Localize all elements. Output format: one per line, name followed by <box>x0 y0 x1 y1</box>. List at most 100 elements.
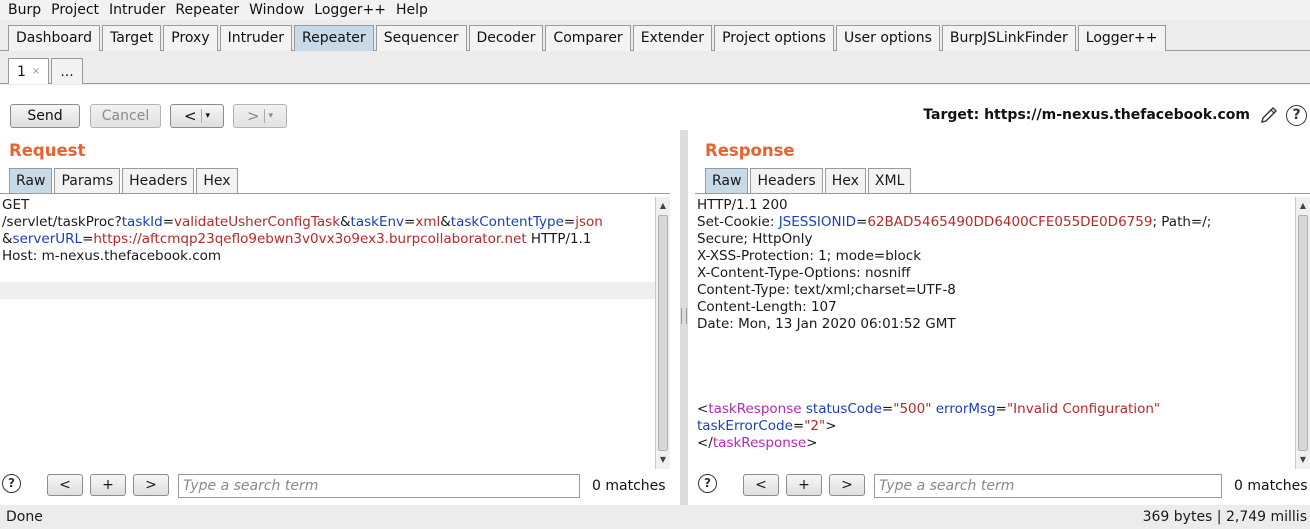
request-scrollbar[interactable]: ▲ ▼ <box>655 197 670 469</box>
edit-target-pencil-icon[interactable] <box>1259 105 1279 125</box>
empty-lines <box>695 333 1295 401</box>
status-text: Done <box>6 509 43 525</box>
scroll-up-icon[interactable]: ▲ <box>656 199 670 213</box>
repeater-tab-1[interactable]: 1 × <box>8 58 50 84</box>
menu-project[interactable]: Project <box>46 0 104 20</box>
history-back-button[interactable]: < ▾ <box>170 104 224 128</box>
request-search-input[interactable] <box>178 474 580 498</box>
request-view-tabs: Raw Params Headers Hex <box>9 168 240 193</box>
tab-project-options[interactable]: Project options <box>714 25 834 51</box>
empty-line <box>0 265 655 282</box>
send-button[interactable]: Send <box>10 104 80 128</box>
target-label: Target: https://m-nexus.thefacebook.com <box>923 107 1250 123</box>
tab-user-options[interactable]: User options <box>835 25 940 51</box>
search-help-icon[interactable]: ? <box>698 474 717 493</box>
request-tab-headers[interactable]: Headers <box>122 168 195 193</box>
cancel-button[interactable]: Cancel <box>90 104 161 128</box>
repeater-tab-strip: 1 × ... <box>0 57 1310 84</box>
menu-intruder[interactable]: Intruder <box>104 0 170 20</box>
request-search-bar: ? < + > 0 matches <box>0 471 675 499</box>
cursor-line <box>0 282 655 299</box>
menu-logger[interactable]: Logger++ <box>309 0 391 20</box>
request-tab-hex[interactable]: Hex <box>196 168 238 193</box>
search-prev-button[interactable]: < <box>47 474 83 496</box>
tab-logger[interactable]: Logger++ <box>1077 25 1166 51</box>
split-divider[interactable] <box>680 130 688 505</box>
response-xml-attr: taskErrorCode="2"> <box>697 418 837 434</box>
response-editor[interactable]: HTTP/1.1 200 Set-Cookie: JSESSIONID=62BA… <box>695 197 1295 469</box>
tab-decoder[interactable]: Decoder <box>468 25 544 51</box>
tab-extender[interactable]: Extender <box>632 25 713 51</box>
response-content-type: Content-Type: text/xml;charset=UTF-8 <box>697 282 956 298</box>
help-icon[interactable]: ? <box>1286 105 1307 126</box>
request-line-path: /servlet/taskProc?taskId=validateUsherCo… <box>2 214 603 230</box>
request-match-count: 0 matches <box>592 478 666 494</box>
repeater-tab-label: 1 <box>17 63 26 80</box>
tab-burpjslinkfinder[interactable]: BurpJSLinkFinder <box>941 25 1076 51</box>
request-method: GET <box>2 197 30 213</box>
search-add-button[interactable]: + <box>90 474 126 496</box>
tab-proxy[interactable]: Proxy <box>163 25 218 51</box>
search-next-button[interactable]: > <box>133 474 169 496</box>
menu-window[interactable]: Window <box>244 0 309 20</box>
search-next-button[interactable]: > <box>829 474 865 496</box>
response-search-bar: ? < + > 0 matches <box>695 471 1310 499</box>
tab-target[interactable]: Target <box>101 25 162 51</box>
response-set-cookie: Set-Cookie: JSESSIONID=62BAD5465490DD640… <box>697 214 1212 230</box>
response-search-input[interactable] <box>874 474 1222 498</box>
status-bar: Done 369 bytes | 2,749 millis <box>0 505 1310 529</box>
scroll-down-icon[interactable]: ▼ <box>656 453 670 467</box>
tab-comparer[interactable]: Comparer <box>545 25 631 51</box>
scroll-thumb[interactable] <box>1298 215 1308 451</box>
response-xml-open: <taskResponse statusCode="500" errorMsg=… <box>697 401 1161 417</box>
chevron-down-icon: ▾ <box>205 111 211 121</box>
menu-burp[interactable]: Burp <box>3 0 46 20</box>
close-icon[interactable]: × <box>32 60 40 84</box>
response-cto-header: X-Content-Type-Options: nosniff <box>697 265 911 281</box>
response-stats: 369 bytes | 2,749 millis <box>1142 509 1307 525</box>
response-tab-xml[interactable]: XML <box>867 168 912 193</box>
menu-repeater[interactable]: Repeater <box>170 0 244 20</box>
response-xss-header: X-XSS-Protection: 1; mode=block <box>697 248 922 264</box>
request-title: Request <box>9 141 86 160</box>
response-view-tabs: Raw Headers Hex XML <box>705 168 913 193</box>
response-title: Response <box>705 141 795 160</box>
divider <box>695 193 1310 194</box>
scroll-thumb[interactable] <box>658 215 668 451</box>
response-tab-headers[interactable]: Headers <box>750 168 823 193</box>
divider <box>0 193 670 194</box>
chevron-down-icon: ▾ <box>268 111 274 121</box>
response-match-count: 0 matches <box>1234 478 1308 494</box>
repeater-content: Send Cancel < ▾ > ▾ Target: https://m-ne… <box>0 85 1310 505</box>
response-date: Date: Mon, 13 Jan 2020 06:01:52 GMT <box>697 316 956 332</box>
forward-arrow-icon: > <box>246 107 260 125</box>
search-help-icon[interactable]: ? <box>2 474 21 493</box>
request-line-serverurl: &serverURL=https://aftcmqp23qeflo9ebwn3v… <box>2 231 592 247</box>
menu-bar: Burp Project Intruder Repeater Window Lo… <box>0 0 1310 20</box>
search-prev-button[interactable]: < <box>743 474 779 496</box>
request-editor[interactable]: GET /servlet/taskProc?taskId=validateUsh… <box>0 197 655 469</box>
tab-intruder[interactable]: Intruder <box>219 25 293 51</box>
search-add-button[interactable]: + <box>786 474 822 496</box>
request-tab-params[interactable]: Params <box>54 168 121 193</box>
separator <box>200 109 202 123</box>
request-tab-raw[interactable]: Raw <box>9 168 53 193</box>
back-arrow-icon: < <box>183 107 197 125</box>
tab-dashboard[interactable]: Dashboard <box>8 25 100 51</box>
scroll-up-icon[interactable]: ▲ <box>1296 199 1310 213</box>
request-host-header: Host: m-nexus.thefacebook.com <box>2 248 222 264</box>
tab-sequencer[interactable]: Sequencer <box>375 25 467 51</box>
response-xml-close: </taskResponse> <box>697 435 818 451</box>
history-forward-button[interactable]: > ▾ <box>233 104 287 128</box>
response-tab-hex[interactable]: Hex <box>824 168 866 193</box>
tab-repeater[interactable]: Repeater <box>294 25 374 51</box>
menu-help[interactable]: Help <box>391 0 433 20</box>
new-tab-button[interactable]: ... <box>51 58 83 84</box>
scroll-down-icon[interactable]: ▼ <box>1296 453 1310 467</box>
response-set-cookie-cont: Secure; HttpOnly <box>697 231 813 247</box>
separator <box>263 109 265 123</box>
response-scrollbar[interactable]: ▲ ▼ <box>1295 197 1310 469</box>
response-content-length: Content-Length: 107 <box>697 299 837 315</box>
response-tab-raw[interactable]: Raw <box>705 168 749 193</box>
response-status-line: HTTP/1.1 200 <box>697 197 788 213</box>
